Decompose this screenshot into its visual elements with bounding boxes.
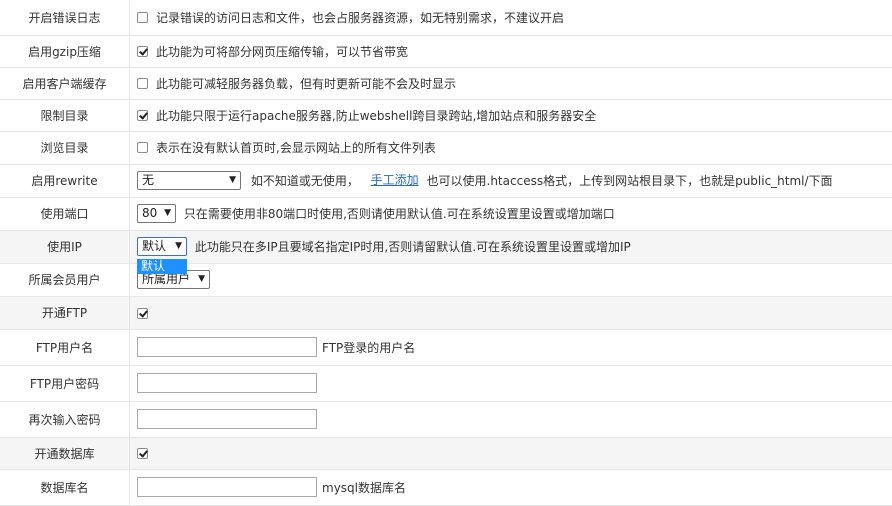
label-port: 使用端口 <box>0 197 130 231</box>
ftp-password-input[interactable] <box>137 373 317 393</box>
gzip-desc: 此功能为可将部分网页压缩传输，可以节省带宽 <box>156 44 409 59</box>
error-log-desc: 记录错误的访问日志和文件，也会占服务器资源，如无特别需求，不建议开启 <box>156 10 565 25</box>
ftp-checkbox[interactable] <box>137 307 148 319</box>
db-name-desc: mysql数据库名 <box>322 480 406 495</box>
row-error-log: 开启错误日志 记录错误的访问日志和文件，也会占服务器资源，如无特别需求，不建议开… <box>0 0 892 36</box>
member-select-value: 所属用户 <box>142 272 191 286</box>
ftp-user-input[interactable] <box>137 337 317 357</box>
row-member: 所属会员用户 所属用户 ▼ <box>0 263 892 297</box>
ip-desc: 此功能只在多IP且要域名指定IP时用,否则请留默认值.可在系统设置里设置或增加I… <box>194 240 631 254</box>
label-browse-dir: 浏览目录 <box>0 131 130 165</box>
label-ip: 使用IP <box>0 230 130 264</box>
port-desc: 只在需要使用非80端口时使用,否则请使用默认值.可在系统设置里设置或增加端口 <box>183 207 615 221</box>
rewrite-desc2: 也可以使用.htaccess格式，上传到网站根目录下，也就是public_htm… <box>426 174 833 188</box>
row-rewrite: 启用rewrite 无 ▼ 如不知道或无使用， 手工添加 也可以使用.htacce… <box>0 164 892 198</box>
manual-add-link[interactable]: 手工添加 <box>371 173 419 187</box>
client-cache-checkbox[interactable] <box>137 77 148 89</box>
label-ftp-pass2: 再次输入密码 <box>0 401 130 438</box>
ip-select-value: 默认 <box>142 239 167 253</box>
browse-dir-desc: 表示在没有默认首页时,会显示网站上的所有文件列表 <box>156 141 436 155</box>
label-error-log: 开启错误日志 <box>0 0 130 36</box>
row-gzip: 启用gzip压缩 此功能为可将部分网页压缩传输，可以节省带宽 <box>0 35 892 68</box>
chevron-down-icon: ▼ <box>229 175 236 185</box>
client-cache-desc: 此功能可减轻服务器负载，但有时更新可能不会及时显示 <box>156 76 457 91</box>
limit-dir-checkbox[interactable] <box>137 109 148 121</box>
port-select[interactable]: 80 ▼ <box>137 204 176 223</box>
error-log-checkbox[interactable] <box>137 11 148 23</box>
label-ftp: 开通FTP <box>0 296 130 330</box>
db-checkbox[interactable] <box>137 448 148 459</box>
ftp-password-confirm-input[interactable] <box>137 409 317 429</box>
site-settings-form: 开启错误日志 记录错误的访问日志和文件，也会占服务器资源，如无特别需求，不建议开… <box>0 0 892 506</box>
row-ftp: 开通FTP <box>0 296 892 330</box>
row-ftp-pass2: 再次输入密码 <box>0 401 892 438</box>
label-member: 所属会员用户 <box>0 263 130 297</box>
label-limit-dir: 限制目录 <box>0 99 130 132</box>
browse-dir-checkbox[interactable] <box>137 142 148 153</box>
row-client-cache: 启用客户端缓存 此功能可减轻服务器负载，但有时更新可能不会及时显示 <box>0 67 892 100</box>
ip-dropdown-option[interactable]: 默认 <box>137 259 187 274</box>
ftp-user-desc: FTP登录的用户名 <box>322 340 416 355</box>
label-rewrite: 启用rewrite <box>0 164 130 198</box>
gzip-checkbox[interactable] <box>137 45 148 57</box>
label-gzip: 启用gzip压缩 <box>0 35 130 68</box>
row-limit-dir: 限制目录 此功能只限于运行apache服务器,防止webshell跨目录跨站,增… <box>0 99 892 132</box>
row-browse-dir: 浏览目录 表示在没有默认首页时,会显示网站上的所有文件列表 <box>0 131 892 165</box>
label-ftp-user: FTP用户名 <box>0 329 130 366</box>
row-db: 开通数据库 <box>0 437 892 470</box>
rewrite-select-value: 无 <box>142 173 155 187</box>
ip-select[interactable]: 默认 ▼ <box>137 237 187 256</box>
chevron-down-icon: ▼ <box>175 241 182 251</box>
row-ftp-pass: FTP用户密码 <box>0 365 892 402</box>
limit-dir-desc: 此功能只限于运行apache服务器,防止webshell跨目录跨站,增加站点和服… <box>156 108 597 123</box>
db-name-input[interactable] <box>137 477 317 497</box>
port-select-value: 80 <box>142 206 158 220</box>
label-db: 开通数据库 <box>0 437 130 470</box>
row-port: 使用端口 80 ▼ 只在需要使用非80端口时使用,否则请使用默认值.可在系统设置里… <box>0 197 892 231</box>
label-db-name: 数据库名 <box>0 469 130 506</box>
label-ftp-pass: FTP用户密码 <box>0 365 130 402</box>
row-db-name: 数据库名 mysql数据库名 <box>0 469 892 506</box>
chevron-down-icon: ▼ <box>164 208 171 218</box>
label-client-cache: 启用客户端缓存 <box>0 67 130 100</box>
row-ip: 使用IP 默认 ▼ 此功能只在多IP且要域名指定IP时用,否则请留默认值.可在系统… <box>0 230 892 264</box>
chevron-down-icon: ▼ <box>198 274 205 284</box>
rewrite-desc1: 如不知道或无使用， <box>250 174 359 188</box>
rewrite-select[interactable]: 无 ▼ <box>137 171 241 190</box>
row-ftp-user: FTP用户名 FTP登录的用户名 <box>0 329 892 366</box>
